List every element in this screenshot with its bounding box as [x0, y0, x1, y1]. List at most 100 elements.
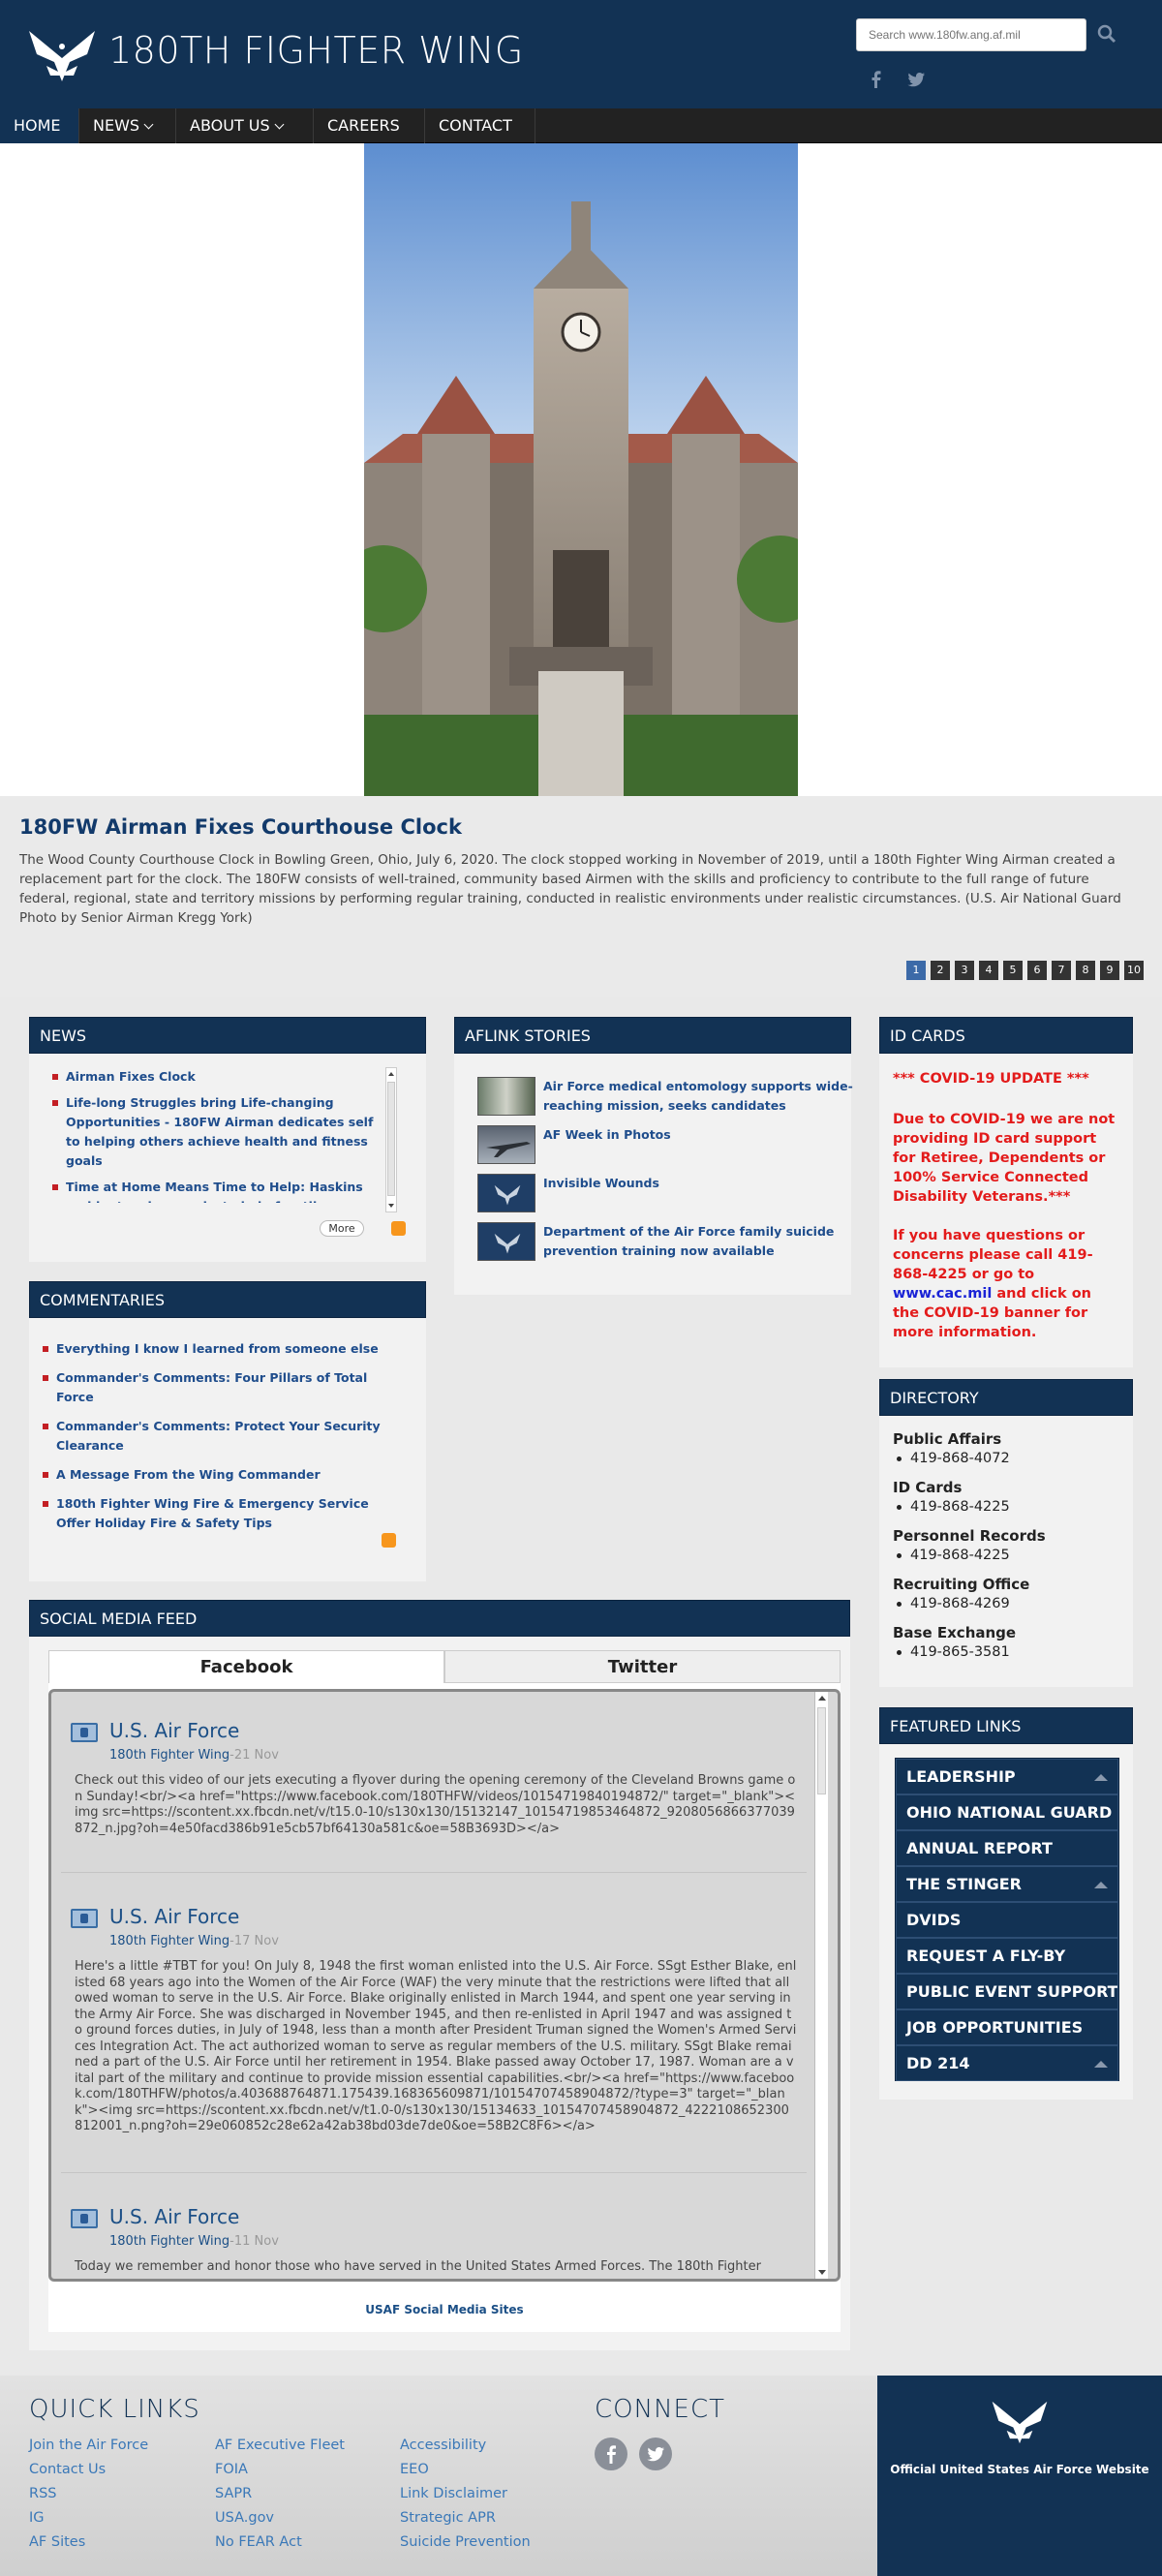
scroll-down-icon[interactable]	[388, 1204, 394, 1208]
footer-link[interactable]: RSS	[29, 2486, 56, 2501]
featured-link-leadership[interactable]: LEADERSHIP	[896, 1759, 1118, 1794]
usaf-social-media-link[interactable]: USAF Social Media Sites	[48, 2303, 841, 2316]
story-title[interactable]: Air Force medical entomology supports wi…	[543, 1077, 853, 1116]
footer-link[interactable]: AF Executive Fleet	[215, 2438, 345, 2453]
footer-link[interactable]: Join the Air Force	[29, 2438, 148, 2453]
hero-image[interactable]	[364, 143, 798, 796]
pager-page-5[interactable]: 5	[1003, 961, 1023, 980]
pager-page-9[interactable]: 9	[1100, 961, 1119, 980]
commentary-item[interactable]: Everything I know I learned from someone…	[19, 1339, 387, 1359]
news-item[interactable]: Time at Home Means Time to Help: Haskins…	[29, 1178, 387, 1203]
featured-link-dvids[interactable]: DVIDS	[896, 1902, 1118, 1938]
hero-pager: 1 2 3 4 5 6 7 8 9 10	[906, 961, 1144, 980]
post-author[interactable]: U.S. Air Force	[109, 2205, 239, 2228]
search-icon[interactable]	[1096, 23, 1117, 45]
rss-icon[interactable]	[382, 1533, 396, 1548]
air-force-logo-icon[interactable]	[27, 21, 97, 85]
directory-name: Recruiting Office	[893, 1576, 1030, 1593]
facebook-icon	[71, 1723, 98, 1742]
footer-link[interactable]: SAPR	[215, 2486, 252, 2501]
news-item[interactable]: Airman Fixes Clock	[29, 1067, 387, 1087]
hero-title[interactable]: 180FW Airman Fixes Courthouse Clock	[19, 815, 462, 839]
footer-link[interactable]: USA.gov	[215, 2510, 274, 2526]
post-author[interactable]: U.S. Air Force	[109, 1719, 239, 1742]
featured-link-dd-214[interactable]: DD 214	[896, 2045, 1118, 2081]
aflink-story[interactable]: Air Force medical entomology supports wi…	[477, 1077, 855, 1119]
pager-page-7[interactable]: 7	[1052, 961, 1071, 980]
pager-page-6[interactable]: 6	[1027, 961, 1047, 980]
social-media-heading: SOCIAL MEDIA FEED	[29, 1600, 850, 1637]
story-thumbnail[interactable]	[477, 1222, 535, 1261]
featured-link-the-stinger[interactable]: THE STINGER	[896, 1866, 1118, 1902]
footer-link[interactable]: Suicide Prevention	[400, 2534, 531, 2550]
facebook-icon[interactable]	[867, 70, 886, 89]
footer-facebook-button[interactable]	[595, 2438, 627, 2470]
news-scrollbar[interactable]	[385, 1067, 397, 1212]
footer-link[interactable]: FOIA	[215, 2462, 248, 2477]
footer-twitter-button[interactable]	[639, 2438, 672, 2470]
pager-page-4[interactable]: 4	[979, 961, 998, 980]
directory-panel: DIRECTORY Public Affairs 419-868-4072 ID…	[879, 1379, 1133, 1687]
commentary-item[interactable]: A Message From the Wing Commander	[19, 1465, 387, 1485]
twitter-icon[interactable]	[906, 70, 926, 89]
pager-page-3[interactable]: 3	[955, 961, 974, 980]
post-source[interactable]: 180th Fighter Wing	[109, 2234, 229, 2249]
social-media-panel: SOCIAL MEDIA FEED Facebook Twitter U.S. …	[29, 1600, 850, 2350]
footer-link[interactable]: IG	[29, 2510, 45, 2526]
post-source[interactable]: 180th Fighter Wing	[109, 1934, 229, 1948]
nav-careers[interactable]: CAREERS	[314, 108, 425, 143]
scroll-down-icon[interactable]	[818, 2270, 826, 2275]
search-input[interactable]	[856, 18, 1086, 51]
aflink-story[interactable]: Department of the Air Force family suici…	[477, 1222, 855, 1265]
pager-page-10[interactable]: 10	[1124, 961, 1144, 980]
rss-icon[interactable]	[391, 1221, 406, 1236]
footer-link[interactable]: AF Sites	[29, 2534, 85, 2550]
story-title[interactable]: AF Week in Photos	[543, 1125, 853, 1145]
pager-page-2[interactable]: 2	[931, 961, 950, 980]
af-official-site-box[interactable]: Official United States Air Force Website	[877, 2376, 1162, 2576]
feed-scroll-thumb[interactable]	[817, 1707, 826, 1794]
cac-link[interactable]: www.cac.mil	[893, 1286, 992, 1302]
nav-news[interactable]: NEWS	[79, 108, 176, 143]
scroll-up-icon[interactable]	[818, 1696, 826, 1701]
pager-page-1[interactable]: 1	[906, 961, 926, 980]
commentary-item[interactable]: Commander's Comments: Protect Your Secur…	[19, 1417, 387, 1456]
nav-contact[interactable]: CONTACT	[425, 108, 535, 143]
footer-link[interactable]: Accessibility	[400, 2438, 486, 2453]
footer-link[interactable]: Strategic APR	[400, 2510, 496, 2526]
featured-link-ohio-national-guard[interactable]: OHIO NATIONAL GUARD	[896, 1794, 1118, 1830]
footer-link[interactable]: EEO	[400, 2462, 429, 2477]
footer-link[interactable]: Contact Us	[29, 2462, 106, 2477]
scroll-up-icon[interactable]	[388, 1072, 394, 1076]
aflink-story[interactable]: Invisible Wounds	[477, 1174, 855, 1216]
featured-link-public-event-support[interactable]: PUBLIC EVENT SUPPORT	[896, 1974, 1118, 2009]
post-author[interactable]: U.S. Air Force	[109, 1905, 239, 1928]
af-official-site-label[interactable]: Official United States Air Force Website	[877, 2463, 1162, 2476]
footer-link[interactable]: No FEAR Act	[215, 2534, 302, 2550]
nav-home[interactable]: HOME	[0, 108, 79, 143]
news-scroll-thumb[interactable]	[387, 1082, 395, 1196]
featured-link-annual-report[interactable]: ANNUAL REPORT	[896, 1830, 1118, 1866]
aflink-story[interactable]: AF Week in Photos	[477, 1125, 855, 1168]
nav-about-us[interactable]: ABOUT US	[176, 108, 314, 143]
tab-twitter[interactable]: Twitter	[444, 1650, 841, 1683]
tab-facebook[interactable]: Facebook	[48, 1650, 444, 1683]
featured-link-job-opportunities[interactable]: JOB OPPORTUNITIES	[896, 2009, 1118, 2045]
story-thumbnail[interactable]	[477, 1174, 535, 1212]
site-title[interactable]: 180TH FIGHTER WING	[108, 29, 524, 72]
chevron-down-icon	[274, 119, 285, 130]
story-title[interactable]: Department of the Air Force family suici…	[543, 1222, 853, 1261]
commentary-item[interactable]: 180th Fighter Wing Fire & Emergency Serv…	[19, 1494, 387, 1533]
featured-link-request-fly-by[interactable]: REQUEST A FLY-BY	[896, 1938, 1118, 1974]
news-more-button[interactable]: More	[320, 1220, 364, 1237]
footer-link[interactable]: Link Disclaimer	[400, 2486, 507, 2501]
pager-page-8[interactable]: 8	[1076, 961, 1095, 980]
story-title[interactable]: Invisible Wounds	[543, 1174, 853, 1193]
news-item[interactable]: Life-long Struggles bring Life-changing …	[29, 1093, 387, 1171]
commentary-item[interactable]: Commander's Comments: Four Pillars of To…	[19, 1368, 387, 1407]
feed-post: U.S. Air Force 180th Fighter Wing-11 Nov…	[71, 2205, 816, 2279]
story-thumbnail[interactable]	[477, 1125, 535, 1164]
feed-scrollbar[interactable]	[814, 1692, 828, 2279]
story-thumbnail[interactable]	[477, 1077, 535, 1116]
post-source[interactable]: 180th Fighter Wing	[109, 1748, 229, 1763]
